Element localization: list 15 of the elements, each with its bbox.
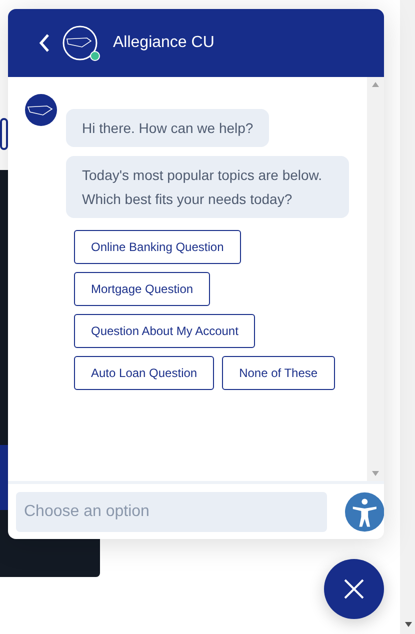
back-icon[interactable]: [38, 33, 50, 53]
option-button[interactable]: Mortgage Question: [74, 272, 210, 306]
option-button[interactable]: Auto Loan Question: [74, 356, 214, 390]
chat-title: Allegiance CU: [113, 33, 214, 53]
message-bubble: Hi there. How can we help?: [66, 109, 270, 147]
close-icon: [344, 579, 364, 599]
option-button[interactable]: Question About My Account: [74, 314, 256, 348]
avatar-icon: [62, 25, 98, 61]
bot-avatar-icon: [25, 94, 57, 126]
accessibility-icon[interactable]: [344, 492, 384, 532]
option-button[interactable]: None of These: [222, 356, 335, 390]
message-input[interactable]: Choose an option: [16, 492, 327, 532]
scroll-down-icon[interactable]: [405, 622, 412, 627]
message-bubble: Today's most popular topics are below. Which best fits your needs today?: [66, 156, 349, 218]
option-button[interactable]: Online Banking Question: [74, 230, 241, 264]
